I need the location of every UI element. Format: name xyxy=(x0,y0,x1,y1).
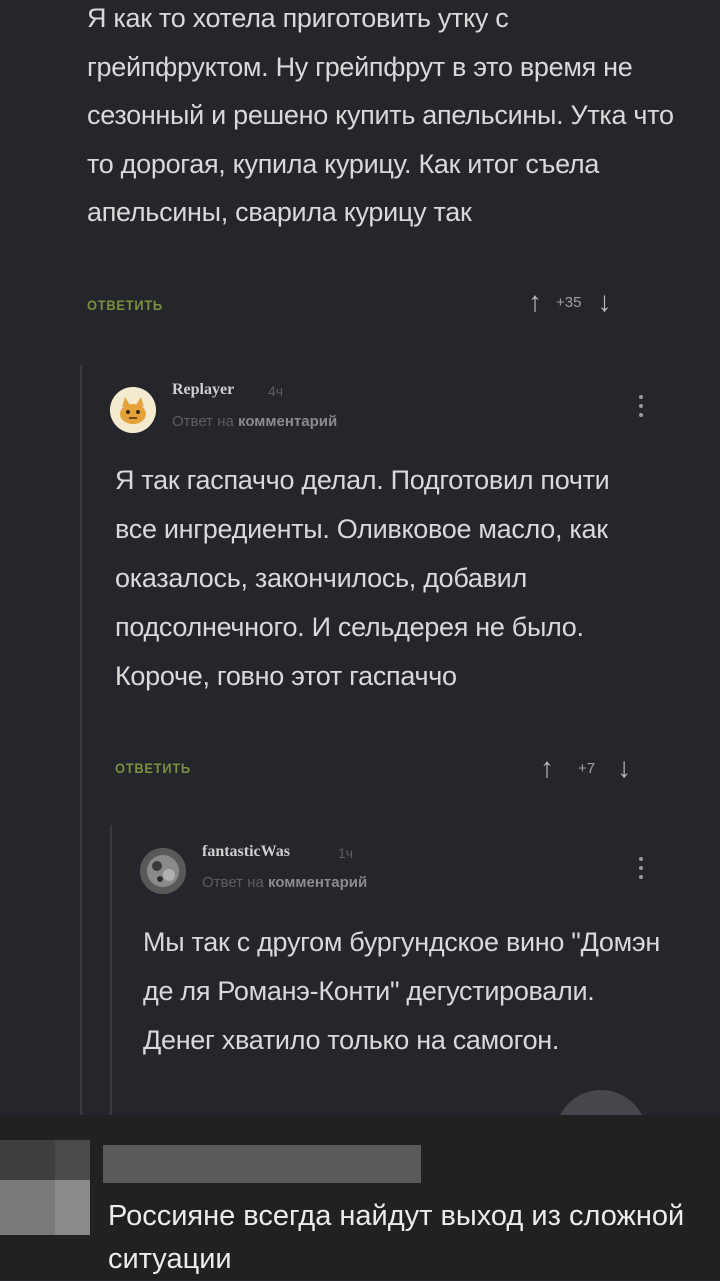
thread-line xyxy=(80,365,82,1115)
comment-text: Я так гаспаччо делал. Подготовил почти в… xyxy=(115,465,610,691)
arrow-down-icon[interactable]: ↓ xyxy=(597,288,611,316)
avatar[interactable] xyxy=(140,848,186,894)
username[interactable]: fantasticWas xyxy=(202,843,290,861)
kebab-menu-icon[interactable] xyxy=(638,857,644,884)
reply-button[interactable]: ОТВЕТИТЬ xyxy=(87,297,163,313)
reply-button[interactable]: ОТВЕТИТЬ xyxy=(115,760,191,776)
comment-text: Мы так с другом бургундское вино "Домэн … xyxy=(143,927,660,1055)
kebab-menu-icon[interactable] xyxy=(638,395,644,422)
reply-meta-prefix: Ответ на xyxy=(202,874,264,891)
vote-widget: ↑ +7 ↓ xyxy=(540,754,631,782)
comment-score: +7 xyxy=(578,759,596,777)
caption-text: Россияне всегда найдут выход из сложной … xyxy=(108,1200,685,1275)
avatar[interactable] xyxy=(110,387,156,433)
reply-meta-link[interactable]: комментарий xyxy=(268,874,367,891)
comments-screen: Я как то хотела приготовить утку с грейп… xyxy=(0,0,720,1115)
avatar-cat-icon xyxy=(110,387,156,433)
avatar-photo-icon xyxy=(140,848,186,894)
reply-meta: Ответ на комментарий xyxy=(172,413,337,430)
reply-meta-prefix: Ответ на xyxy=(172,413,234,430)
blurred-username xyxy=(103,1145,421,1183)
comment-time: 1ч xyxy=(338,845,354,861)
vote-widget: ↑ +35 ↓ xyxy=(528,288,611,316)
comment-text: Я как то хотела приготовить утку с грейп… xyxy=(87,3,674,227)
arrow-up-icon[interactable]: ↑ xyxy=(540,754,554,782)
comment-time: 4ч xyxy=(268,383,284,399)
username[interactable]: Replayer xyxy=(172,381,234,399)
scroll-button[interactable] xyxy=(555,1090,647,1115)
arrow-up-icon[interactable]: ↑ xyxy=(528,288,542,316)
comment-score: +35 xyxy=(556,293,582,311)
reply-meta: Ответ на комментарий xyxy=(202,874,367,891)
reply-meta-link[interactable]: комментарий xyxy=(238,413,337,430)
thread-line xyxy=(110,825,112,1115)
arrow-down-icon[interactable]: ↓ xyxy=(617,754,631,782)
